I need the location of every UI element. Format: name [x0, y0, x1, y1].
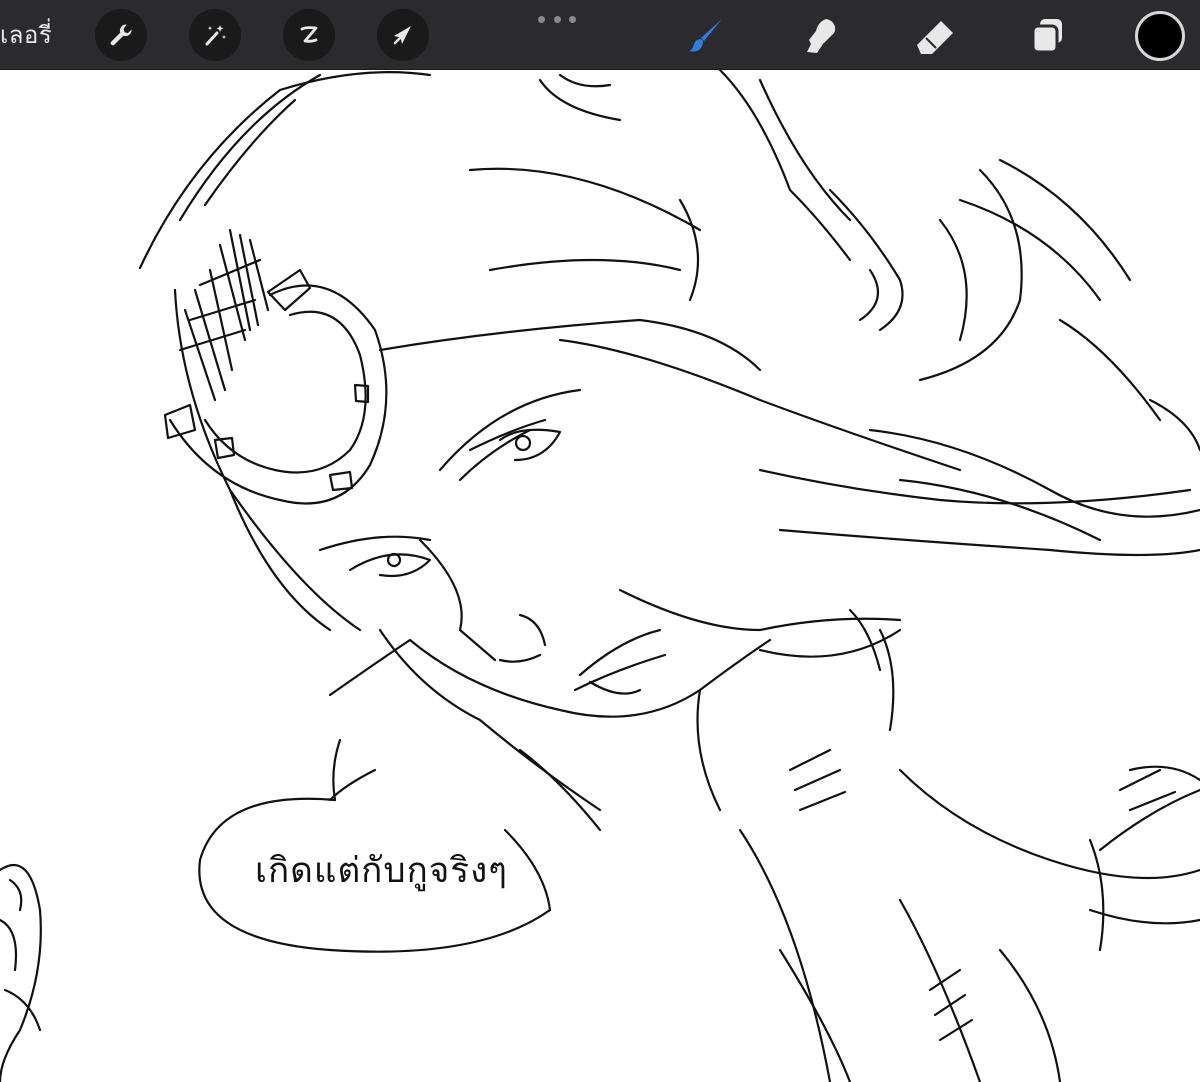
- brush-tool-button[interactable]: [683, 12, 731, 60]
- grabber-dot: [553, 16, 561, 23]
- eraser-tool-button[interactable]: [911, 12, 959, 60]
- paintbrush-icon: [689, 19, 722, 52]
- procreate-app: เลอรี่ เกิดแต่กับกูจริงๆ: [0, 0, 1200, 1082]
- selection-button[interactable]: [283, 9, 335, 61]
- drawing-canvas[interactable]: เกิดแต่กับกูจริงๆ: [0, 70, 1200, 1082]
- speech-bubble-text: เกิดแต่กับกูจริงๆ: [255, 851, 508, 891]
- actions-button[interactable]: [95, 9, 147, 61]
- magic-wand-icon: [205, 25, 226, 46]
- selection-s-icon: [300, 26, 318, 43]
- wrench-icon: [110, 24, 132, 46]
- eraser-icon: [917, 21, 953, 54]
- transform-button[interactable]: [377, 9, 429, 61]
- toolbar-grabber[interactable]: [538, 16, 576, 24]
- layers-button[interactable]: [1023, 12, 1071, 60]
- smudge-finger-icon: [807, 19, 836, 53]
- adjustments-button[interactable]: [189, 9, 241, 61]
- smudge-tool-button[interactable]: [797, 12, 845, 60]
- layers-icon: [1031, 19, 1062, 54]
- color-swatch-button[interactable]: [1135, 11, 1185, 61]
- line-art-sketch: [0, 70, 1200, 1082]
- top-toolbar: เลอรี่: [0, 0, 1200, 70]
- grabber-dot: [569, 16, 576, 23]
- grabber-dot: [538, 16, 545, 23]
- gallery-button[interactable]: เลอรี่: [0, 17, 52, 53]
- arrow-cursor-icon: [393, 26, 411, 45]
